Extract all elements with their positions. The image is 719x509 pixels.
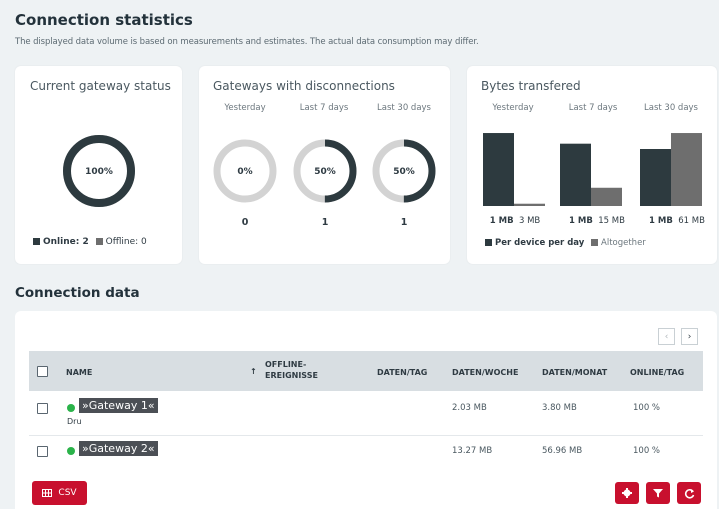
online-status-dot: [67, 404, 75, 412]
cell-daten-monat: 3.80 MB: [542, 403, 577, 413]
bar-per-device-1: [560, 143, 591, 206]
settings-button[interactable]: [615, 482, 639, 504]
pager-next-icon: ›: [687, 331, 692, 342]
offline-legend-swatch: [95, 238, 103, 245]
gateway-status-donut: 100%: [63, 135, 135, 207]
online-legend-swatch: [33, 238, 40, 245]
gateway-status-title: Current gateway status: [30, 79, 171, 93]
column-header-online-tag[interactable]: ONLINE/TAG: [630, 368, 684, 377]
csv-export-button[interactable]: CSV: [32, 481, 87, 505]
period-7-days: Last 7 days: [299, 103, 349, 113]
disconnection-percent-yesterday: 0%: [237, 167, 252, 177]
refresh-icon: [684, 488, 694, 499]
disconnection-count-yesterday: 0: [241, 217, 249, 228]
disconnection-donut-7-days: 50%: [293, 139, 357, 203]
refresh-button[interactable]: [677, 482, 701, 504]
column-header-daten-monat[interactable]: DATEN/MONAT: [542, 368, 607, 377]
pager-prev-button[interactable]: ‹: [658, 328, 675, 345]
altogether-legend-swatch: [591, 239, 599, 246]
cell-daten-monat: 56.96 MB: [542, 446, 583, 456]
cell-online-tag: 100 %: [633, 403, 661, 413]
pager-next-button[interactable]: ›: [681, 328, 698, 345]
gateway-status-percent: 100%: [85, 167, 113, 177]
cell-daten-woche: 13.27 MB: [452, 446, 493, 456]
disconnection-donut-yesterday: 0%: [213, 139, 277, 203]
bytes-title: Bytes transfered: [481, 79, 581, 93]
sort-arrow-icon[interactable]: ↑: [250, 367, 257, 376]
disconnections-title: Gateways with disconnections: [213, 79, 395, 93]
disconnection-count-7-days: 1: [321, 217, 329, 228]
period-yesterday: Yesterday: [224, 103, 266, 113]
bar-altogether-2: [671, 133, 702, 206]
row-checkbox[interactable]: [37, 446, 48, 457]
gateway-status-card: Current gateway status 100% Online: 2 Of…: [15, 66, 182, 264]
gateway-name[interactable]: »Gateway 1«: [79, 398, 158, 413]
bytes-altogether-yesterday: 3 MB: [518, 216, 541, 226]
bytes-labels-7-days: 1 MB 15 MB: [557, 216, 637, 226]
page-subtitle: The displayed data volume is based on me…: [15, 37, 479, 47]
disconnection-donut-30-days: 50%: [372, 139, 436, 203]
bar-per-device-2: [640, 149, 671, 206]
pager-prev-icon: ‹: [664, 331, 669, 342]
online-status-dot: [67, 447, 75, 455]
column-header-name[interactable]: NAME: [66, 368, 92, 377]
bar-altogether-1: [591, 187, 622, 206]
select-all-checkbox[interactable]: [37, 366, 48, 377]
row-checkbox[interactable]: [37, 403, 48, 414]
bytes-labels-30-days: 1 MB 61 MB: [637, 216, 717, 226]
bytes-per-device-yesterday: 1 MB: [489, 216, 514, 226]
per-device-legend-swatch: [485, 239, 492, 246]
bytes-per-device-7-days: 1 MB: [569, 216, 593, 226]
bytes-period-yesterday: Yesterday: [492, 103, 534, 113]
bar-altogether-0: [514, 203, 545, 206]
bytes-altogether-7-days: 15 MB: [598, 216, 625, 226]
bytes-bar-chart: [483, 133, 702, 206]
bytes-legend: Per device per day Altogether: [485, 238, 646, 248]
disconnection-percent-30-days: 50%: [393, 167, 415, 177]
disconnections-card: Gateways with disconnections Yesterday L…: [199, 66, 450, 264]
bytes-per-device-30-days: 1 MB: [649, 216, 673, 226]
column-header-daten-tag[interactable]: DATEN/TAG: [377, 368, 427, 377]
table-header-row: NAME ↑ OFFLINE- EREIGNISSE DATEN/TAG DATE…: [29, 351, 703, 391]
table-row[interactable]: »Gateway 2« 13.27 MB 56.96 MB 100 %: [29, 436, 703, 466]
connection-data-table-card: ‹ › NAME ↑ OFFLINE- EREIGNISSE DATEN/TAG …: [15, 311, 717, 509]
page-title: Connection statistics: [15, 11, 193, 29]
bytes-period-30-days: Last 30 days: [644, 103, 698, 113]
connection-data-title: Connection data: [15, 285, 140, 301]
legend-offline: Offline: 0: [105, 237, 147, 247]
disconnection-count-30-days: 1: [400, 217, 408, 228]
filter-button[interactable]: [646, 482, 670, 504]
cell-daten-woche: 2.03 MB: [452, 403, 487, 413]
column-header-offline[interactable]: OFFLINE- EREIGNISSE: [265, 359, 335, 381]
period-30-days: Last 30 days: [377, 103, 431, 113]
bytes-period-7-days: Last 7 days: [568, 103, 618, 113]
gateway-sub-label: Dru: [67, 417, 82, 426]
column-header-daten-woche[interactable]: DATEN/WOCHE: [452, 368, 518, 377]
legend-altogether: Altogether: [601, 238, 646, 248]
gateway-status-legend: Online: 2 Offline: 0: [33, 237, 147, 247]
table-row[interactable]: »Gateway 1« Dru 2.03 MB 3.80 MB 100 %: [29, 393, 703, 436]
cell-online-tag: 100 %: [633, 446, 661, 456]
gateway-name[interactable]: »Gateway 2«: [79, 441, 158, 456]
bytes-altogether-30-days: 61 MB: [678, 216, 705, 226]
bytes-card: Bytes transfered Yesterday Last 7 days L…: [467, 66, 717, 264]
bar-per-device-0: [483, 133, 514, 206]
filter-icon: [653, 489, 663, 498]
legend-per-device: Per device per day: [495, 238, 585, 248]
gear-icon: [622, 488, 632, 498]
legend-online: Online: 2: [43, 237, 89, 247]
disconnection-percent-7-days: 50%: [314, 167, 336, 177]
csv-label: CSV: [58, 488, 77, 498]
table-icon: [42, 489, 53, 497]
bytes-labels-yesterday: 1 MB 3 MB: [475, 216, 555, 226]
